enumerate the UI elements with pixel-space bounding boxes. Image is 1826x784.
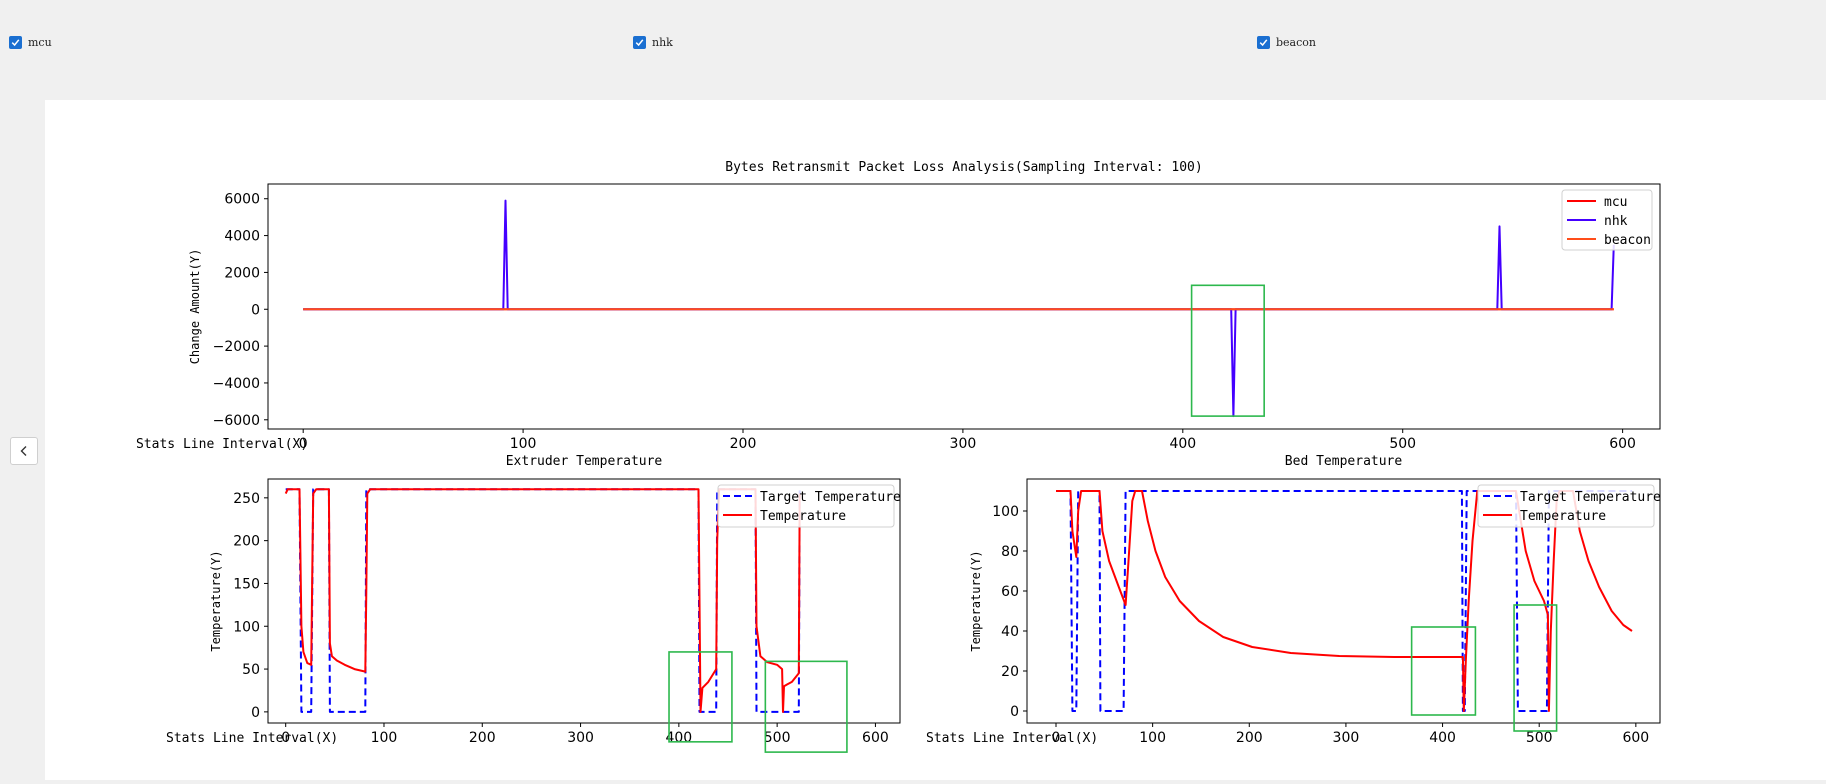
legend-entry: mcu xyxy=(1604,195,1627,210)
chevron-left-icon xyxy=(19,442,29,461)
y-tick-label: −4000 xyxy=(213,376,260,392)
y-tick-label: −2000 xyxy=(213,339,260,355)
checkbox-label: nhk xyxy=(652,36,673,49)
x-tick-label: 200 xyxy=(730,436,757,452)
chart-panel: Bytes Retransmit Packet Loss Analysis(Sa… xyxy=(45,100,1826,780)
legend-entry: nhk xyxy=(1604,214,1628,229)
y-tick-label: 150 xyxy=(233,576,260,592)
y-tick-label: 6000 xyxy=(224,192,260,208)
chart-title: Bytes Retransmit Packet Loss Analysis(Sa… xyxy=(725,160,1202,175)
x-tick-label: 100 xyxy=(510,436,537,452)
check-icon xyxy=(1257,36,1270,49)
check-icon xyxy=(9,36,22,49)
checkbox-nhk[interactable]: nhk xyxy=(633,36,673,49)
x-tick-label: 300 xyxy=(950,436,977,452)
x-tick-label: 400 xyxy=(1169,436,1196,452)
axes-frame xyxy=(267,183,1661,430)
y-tick-label: 80 xyxy=(1001,544,1019,560)
y-tick-label: 0 xyxy=(251,302,260,318)
x-tick-label: 500 xyxy=(764,730,791,746)
collapse-sidebar-button[interactable] xyxy=(10,437,38,465)
legend: Target Temperature Temperature xyxy=(717,484,901,528)
highlight-box xyxy=(1190,284,1265,417)
chart-title: Bed Temperature xyxy=(1285,454,1403,469)
chart-title: Extruder Temperature xyxy=(506,454,663,469)
y-axis-label: Temperature(Y) xyxy=(209,550,223,651)
legend-entry: Temperature xyxy=(760,509,846,524)
y-tick-label: 4000 xyxy=(224,229,260,245)
x-tick-label: 600 xyxy=(1609,436,1636,452)
legend-entry: Target Temperature xyxy=(1520,490,1661,505)
x-tick-label: 500 xyxy=(1526,730,1553,746)
x-tick-label: 100 xyxy=(1139,730,1166,746)
y-tick-label: 0 xyxy=(251,705,260,721)
y-tick-label: 0 xyxy=(1010,704,1019,720)
y-tick-label: 40 xyxy=(1001,624,1019,640)
x-axis-label: Stats Line Interval(X) xyxy=(136,437,308,452)
check-icon xyxy=(633,36,646,49)
chart-1: Bytes Retransmit Packet Loss Analysis(Sa… xyxy=(136,160,1661,452)
x-tick-label: 300 xyxy=(567,730,594,746)
y-tick-label: 60 xyxy=(1001,584,1019,600)
y-axis-label: Change Amount(Y) xyxy=(188,249,202,365)
y-axis-label: Temperature(Y) xyxy=(969,550,983,651)
chart-3: Bed Temperature0 100 200 300 400 500 600020406… xyxy=(926,454,1661,746)
x-tick-label: 500 xyxy=(1389,436,1416,452)
y-tick-label: 250 xyxy=(233,491,260,507)
y-tick-label: 20 xyxy=(1001,664,1019,680)
x-axis-label: Stats Line Interval(X) xyxy=(166,731,338,746)
chart-2: Extruder Temperature0 100 200 300 400 500 6000… xyxy=(166,454,901,753)
x-tick-label: 300 xyxy=(1333,730,1360,746)
y-tick-label: 200 xyxy=(233,534,260,550)
checkbox-beacon[interactable]: beacon xyxy=(1257,36,1316,49)
y-tick-label: 2000 xyxy=(224,265,260,281)
x-tick-label: 600 xyxy=(862,730,889,746)
checkbox-label: beacon xyxy=(1276,36,1316,49)
y-tick-label: 50 xyxy=(242,662,260,678)
checkbox-mcu[interactable]: mcu xyxy=(9,36,52,49)
charts-canvas: Bytes Retransmit Packet Loss Analysis(Sa… xyxy=(136,160,1661,753)
y-tick-label: 100 xyxy=(992,504,1019,520)
x-tick-label: 400 xyxy=(1429,730,1456,746)
legend: mcu nhk beacon xyxy=(1561,189,1653,251)
x-tick-label: 200 xyxy=(1236,730,1263,746)
plot-area xyxy=(303,199,1615,418)
y-tick-label: −6000 xyxy=(213,413,260,429)
legend-entry: Target Temperature xyxy=(760,490,901,505)
y-tick-label: 100 xyxy=(233,619,260,635)
x-axis-label: Stats Line Interval(X) xyxy=(926,731,1098,746)
checkbox-label: mcu xyxy=(28,36,52,49)
legend: Target Temperature Temperature xyxy=(1477,484,1661,528)
legend-entry: Temperature xyxy=(1520,509,1606,524)
x-tick-label: 600 xyxy=(1622,730,1649,746)
series-toolbar: mcu nhk beacon xyxy=(0,0,1826,100)
x-tick-label: 200 xyxy=(469,730,496,746)
legend-entry: beacon xyxy=(1604,233,1651,248)
x-tick-label: 100 xyxy=(371,730,398,746)
